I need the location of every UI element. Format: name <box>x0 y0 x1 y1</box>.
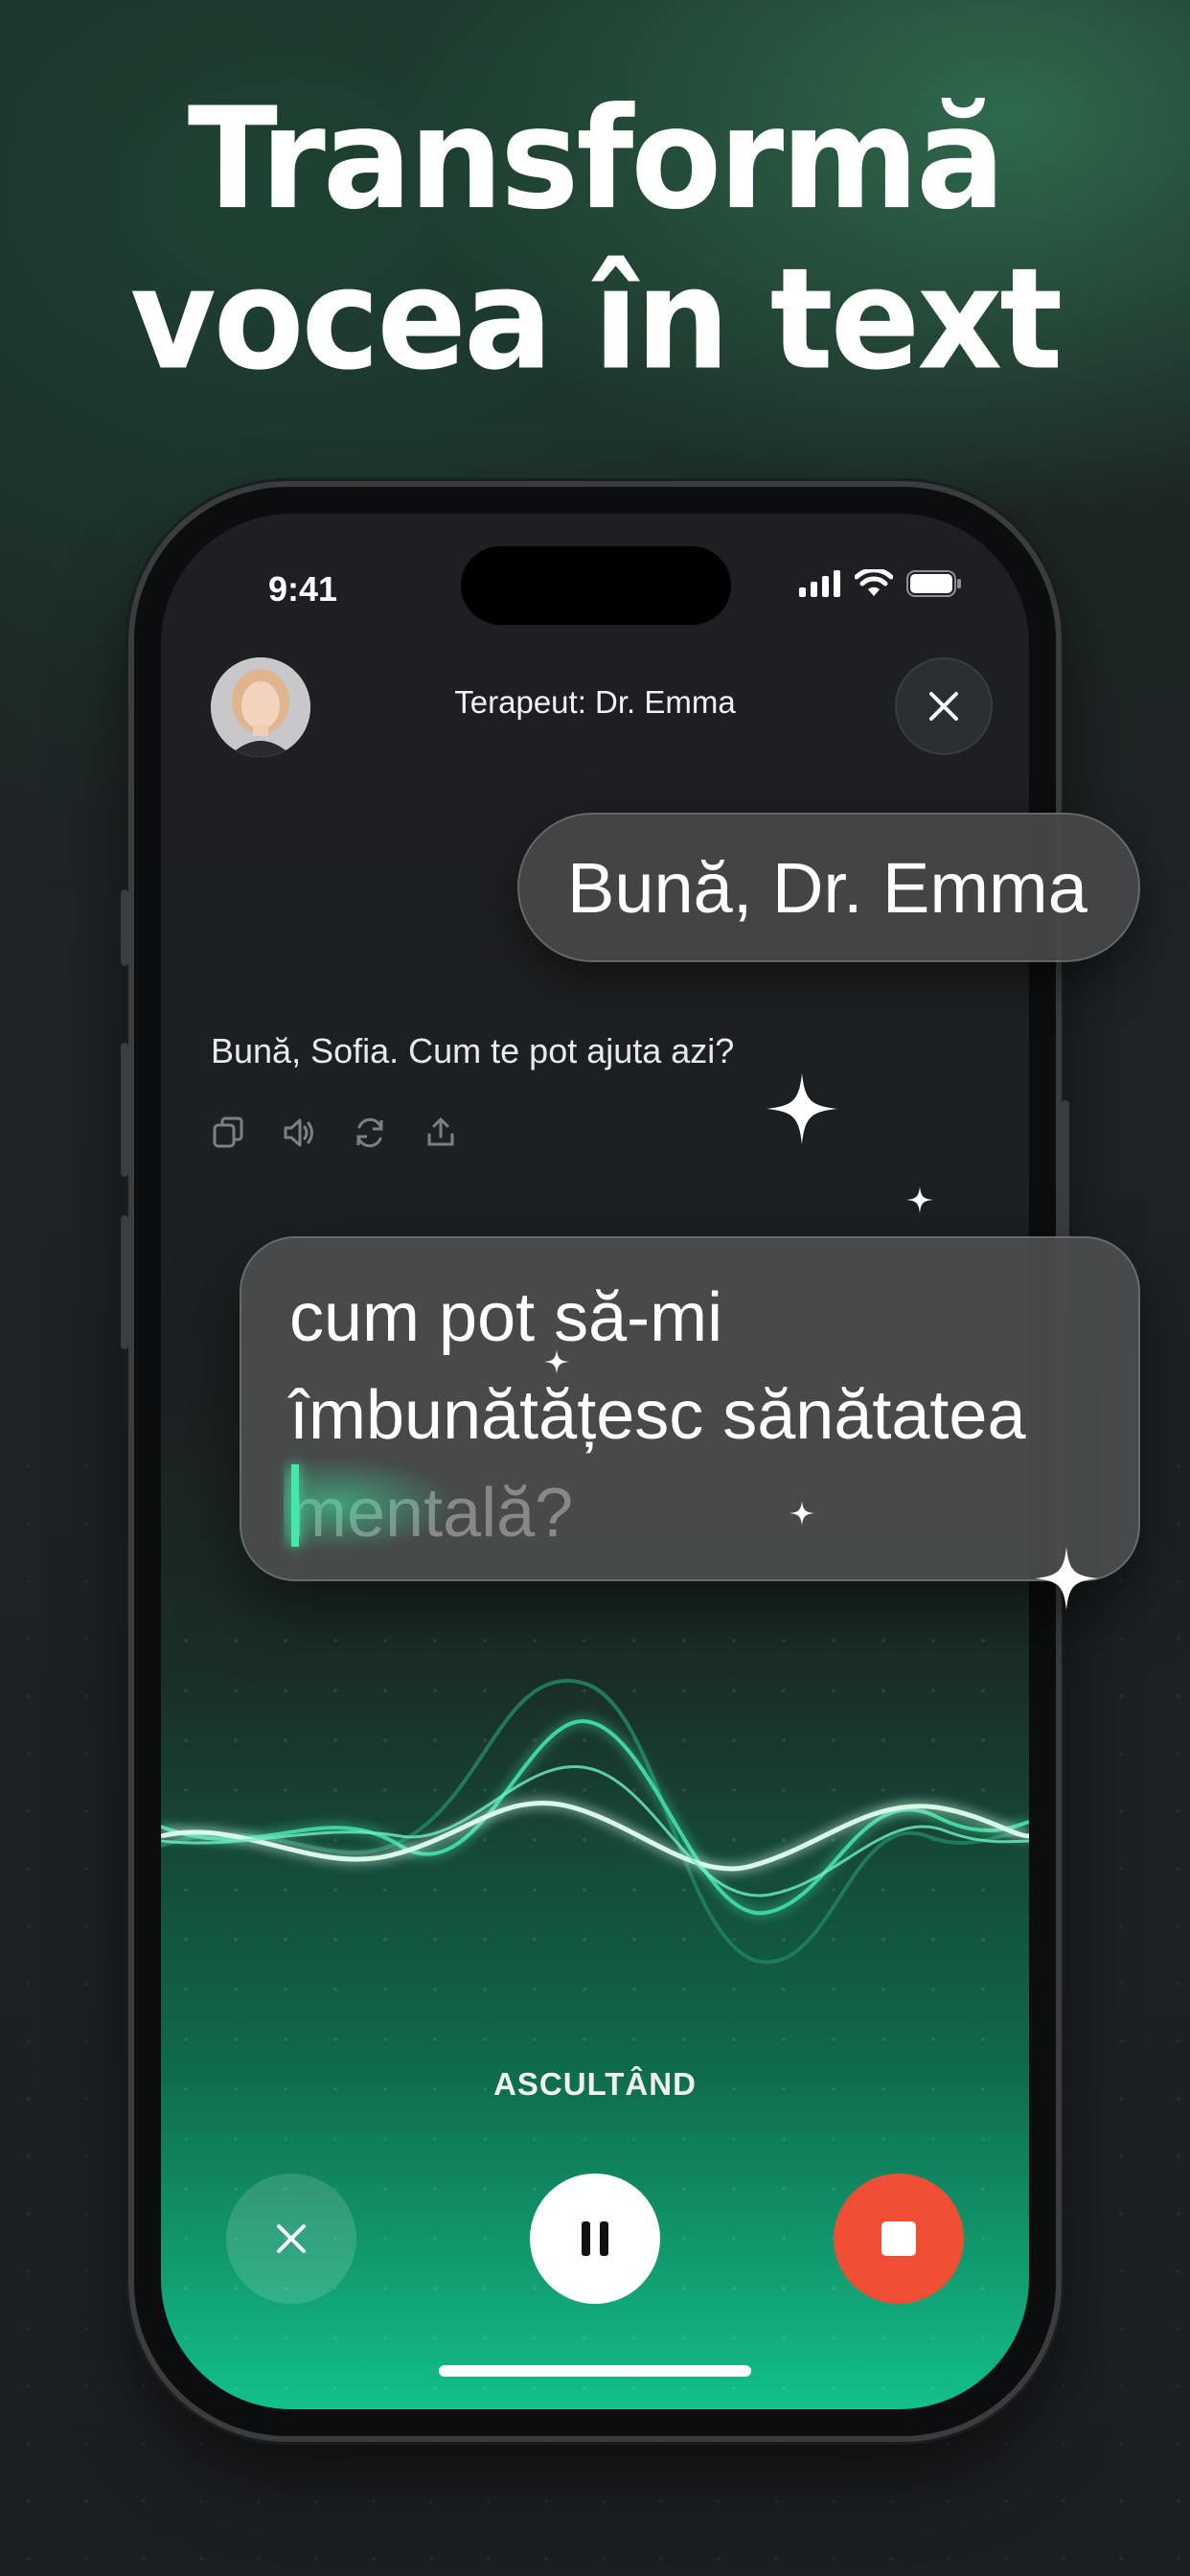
message-toolbar <box>211 1116 458 1150</box>
text-cursor <box>291 1464 299 1547</box>
voice-waveform <box>161 1679 1029 1965</box>
action-button <box>121 889 128 966</box>
regenerate-icon[interactable] <box>353 1116 387 1150</box>
status-icons <box>799 569 962 598</box>
signal-icon <box>799 570 840 597</box>
assistant-message: Bună, Sofia. Cum te pot ajuta azi? <box>211 1031 735 1070</box>
pause-icon <box>582 2221 608 2256</box>
stop-button[interactable] <box>834 2174 964 2304</box>
volume-down-button <box>121 1215 128 1349</box>
recording-status: ASCULTÂND <box>493 2066 697 2102</box>
close-button[interactable] <box>895 657 993 755</box>
volume-up-button <box>121 1043 128 1177</box>
live-transcript-bubble: cum pot să-mi îmbunătățesc sănătatea men… <box>240 1236 1140 1581</box>
cursor-glow <box>284 1457 456 1552</box>
stop-icon <box>881 2221 916 2256</box>
sparkle-icon <box>1035 1547 1098 1610</box>
battery-icon <box>906 570 961 597</box>
headline-line-2: vocea în text <box>129 237 1063 402</box>
headline-line-1: Transformă <box>187 77 1005 242</box>
dynamic-island <box>461 546 731 625</box>
speaker-icon[interactable] <box>282 1116 316 1150</box>
sparkle-icon <box>544 1349 569 1374</box>
headline: Transformă vocea în text <box>0 77 1190 402</box>
sparkle-icon <box>790 1501 814 1526</box>
close-icon <box>929 692 958 721</box>
close-icon <box>277 2224 306 2253</box>
transcript-line-1: cum pot să-mi <box>289 1279 723 1356</box>
status-time: 9:41 <box>268 569 338 609</box>
cancel-recording-button[interactable] <box>226 2174 356 2304</box>
share-icon[interactable] <box>423 1116 458 1150</box>
sparkle-icon <box>906 1186 933 1213</box>
transcript-line-2: îmbunătățesc sănătatea <box>289 1377 1026 1454</box>
copy-icon[interactable] <box>211 1116 245 1150</box>
pause-button[interactable] <box>530 2174 660 2304</box>
user-message-bubble: Bună, Dr. Emma <box>517 813 1140 962</box>
home-indicator <box>439 2365 751 2377</box>
wifi-icon <box>855 569 893 596</box>
sparkle-icon <box>767 1073 837 1144</box>
